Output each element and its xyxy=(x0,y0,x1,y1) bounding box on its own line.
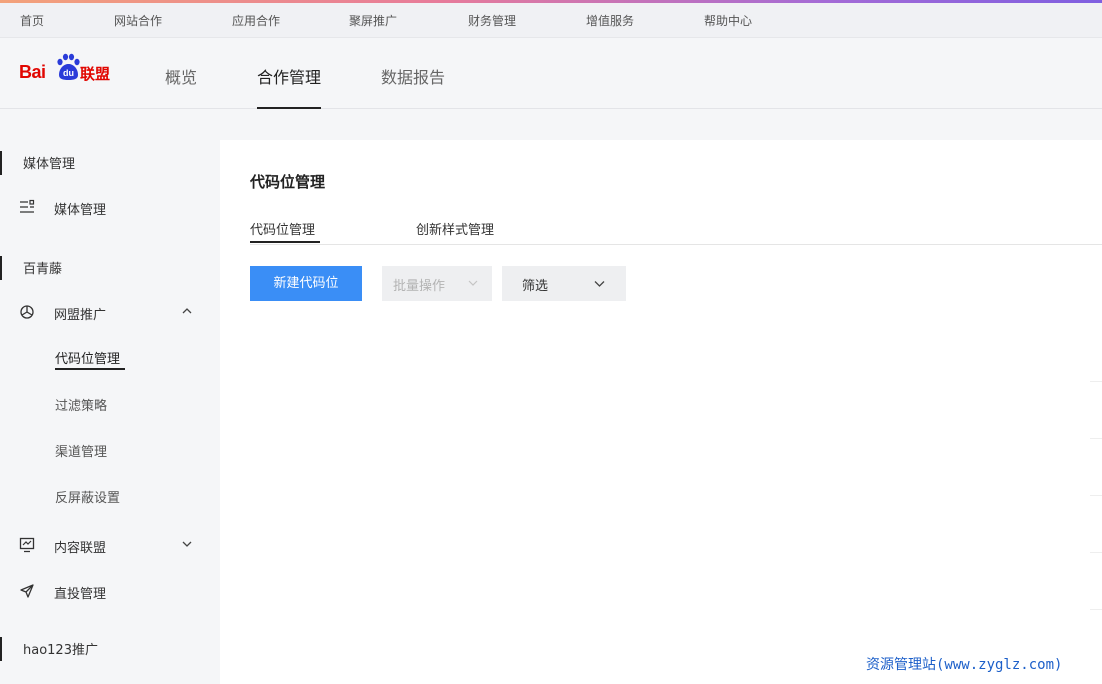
sidebar-sub-filter-strategy[interactable]: 过滤策略 xyxy=(55,395,107,414)
monitor-icon xyxy=(19,537,35,553)
tab-divider xyxy=(250,244,1102,245)
logo-lianmeng-text: 联盟 xyxy=(80,65,111,83)
main-tab-data-report[interactable]: 数据报告 xyxy=(381,64,445,88)
section-baiqingteng: 百青藤 xyxy=(23,262,63,277)
chevron-down-icon xyxy=(182,541,192,547)
top-nav-finance[interactable]: 财务管理 xyxy=(468,12,516,29)
sidebar-item-label: 媒体管理 xyxy=(54,203,107,218)
divider xyxy=(1090,495,1102,496)
sidebar-sub-channel-management[interactable]: 渠道管理 xyxy=(55,441,107,460)
main-content: 代码位管理 代码位管理 创新样式管理 新建代码位 批量操作 筛选 xyxy=(220,140,1102,684)
chevron-down-icon xyxy=(594,281,605,287)
baidu-paw-icon: du xyxy=(57,53,80,80)
new-code-position-button[interactable]: 新建代码位 xyxy=(250,266,362,301)
divider xyxy=(1090,609,1102,610)
section-media-management: 媒体管理 xyxy=(23,157,76,172)
section-marker xyxy=(0,151,2,175)
send-icon xyxy=(20,584,34,598)
chevron-down-icon xyxy=(468,280,478,286)
divider xyxy=(1090,381,1102,382)
pie-chart-icon xyxy=(20,305,34,319)
divider xyxy=(1090,438,1102,439)
header: Bai du 联盟 概览 合作管理 数据报告 xyxy=(0,38,1102,109)
batch-operation-dropdown[interactable]: 批量操作 xyxy=(382,266,492,301)
top-nav-help-center[interactable]: 帮助中心 xyxy=(704,12,752,29)
tab-code-position[interactable]: 代码位管理 xyxy=(250,219,315,238)
section-hao123: hao123推广 xyxy=(23,643,98,658)
top-nav-screen-promotion[interactable]: 聚屏推广 xyxy=(349,12,397,29)
top-nav-app-cooperation[interactable]: 应用合作 xyxy=(232,12,280,29)
list-icon xyxy=(20,199,35,213)
logo-bai-text: Bai xyxy=(19,62,46,82)
filter-dropdown[interactable]: 筛选 xyxy=(502,266,626,301)
sidebar-sub-anti-block[interactable]: 反屏蔽设置 xyxy=(55,487,120,506)
tab-creative-style[interactable]: 创新样式管理 xyxy=(416,219,494,238)
chevron-up-icon xyxy=(182,308,192,314)
page-title: 代码位管理 xyxy=(250,173,326,191)
section-marker xyxy=(0,256,2,280)
tab-active-underline xyxy=(250,241,320,243)
top-nav-value-added[interactable]: 增值服务 xyxy=(586,12,634,29)
top-nav-home[interactable]: 首页 xyxy=(20,12,44,29)
main-tab-cooperation[interactable]: 合作管理 xyxy=(257,64,321,88)
sidebar-item-direct-management[interactable]: 直投管理 xyxy=(0,576,220,606)
main-tab-overview[interactable]: 概览 xyxy=(165,64,197,88)
sidebar-item-wangmeng[interactable]: 网盟推广 xyxy=(0,297,220,327)
filter-label: 筛选 xyxy=(522,279,549,294)
top-nav: 首页 网站合作 应用合作 聚屏推广 财务管理 增值服务 帮助中心 xyxy=(0,3,1102,38)
batch-operation-label: 批量操作 xyxy=(393,279,446,294)
sidebar-item-label: 直投管理 xyxy=(54,587,107,602)
sidebar-item-label: 内容联盟 xyxy=(54,541,107,556)
sidebar-sub-code-position[interactable]: 代码位管理 xyxy=(55,348,120,367)
main-tab-active-underline xyxy=(257,107,321,109)
sidebar-item-media-management[interactable]: 媒体管理 xyxy=(0,192,220,222)
top-nav-website-cooperation[interactable]: 网站合作 xyxy=(114,12,162,29)
section-marker xyxy=(0,637,2,661)
baidu-union-logo[interactable]: Bai du 联盟 xyxy=(19,52,119,84)
divider xyxy=(1090,552,1102,553)
sidebar-item-content-union[interactable]: 内容联盟 xyxy=(0,530,220,560)
sidebar-item-label: 网盟推广 xyxy=(54,308,107,323)
sidebar: 媒体管理 媒体管理 百青藤 网盟推广 代码位管理 过滤策略 渠道管理 反屏蔽设置… xyxy=(0,110,220,684)
svg-text:du: du xyxy=(63,68,74,78)
site-watermark: 资源管理站(www.zyglz.com) xyxy=(866,657,1063,673)
sidebar-sub-active-underline xyxy=(55,368,125,370)
